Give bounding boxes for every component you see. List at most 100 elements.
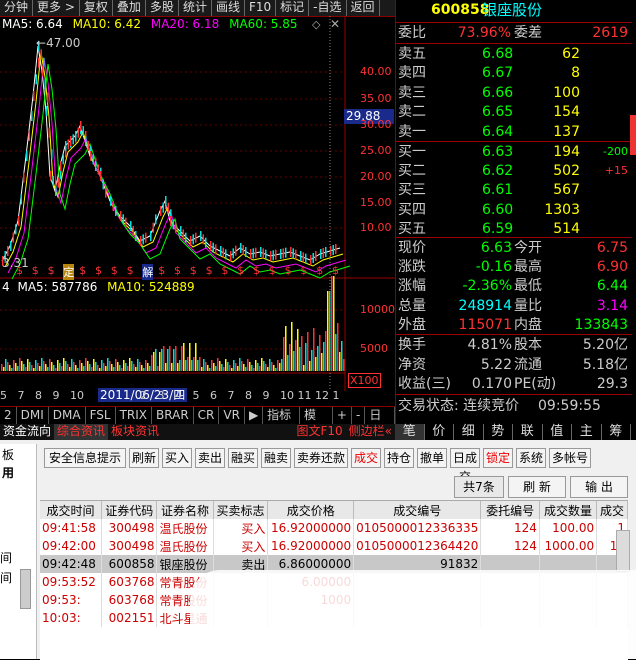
event-marker[interactable]: $ xyxy=(16,264,23,277)
column-header[interactable]: 委托编号 xyxy=(480,501,540,519)
ask-row[interactable]: 卖三 6.66 100 xyxy=(396,83,632,103)
ask-row[interactable]: 卖四 6.67 8 xyxy=(396,63,632,83)
trade-button[interactable]: 融买 xyxy=(228,448,258,468)
info-tab[interactable]: 综合资讯 xyxy=(54,424,109,440)
indicator-tab[interactable]: FSL xyxy=(86,407,116,425)
event-marker[interactable]: $ xyxy=(158,264,165,277)
trade-button[interactable]: 卖出 xyxy=(195,448,225,468)
column-header[interactable]: 成交数量 xyxy=(539,501,598,519)
trade-button[interactable]: 卖券还款 xyxy=(294,448,348,468)
event-marker[interactable]: $ xyxy=(221,264,228,277)
trade-button[interactable]: 持仓 xyxy=(384,448,414,468)
column-header[interactable]: 证券代码 xyxy=(101,501,158,519)
event-marker[interactable]: $ xyxy=(48,264,55,277)
event-marker[interactable]: $ xyxy=(32,264,39,277)
column-header[interactable]: 成交 xyxy=(596,501,628,519)
indicator-tab[interactable]: 指标B xyxy=(263,407,300,439)
indicator-tab[interactable]: DMA xyxy=(49,407,86,425)
trade-button[interactable]: 买入 xyxy=(162,448,192,468)
column-header[interactable]: 成交编号 xyxy=(353,501,482,519)
toolbar-item[interactable]: -自选 xyxy=(309,0,347,16)
toolbar-item[interactable]: 返回 xyxy=(347,0,380,16)
close-icon[interactable]: ✕ xyxy=(330,17,340,31)
trade-button[interactable]: 成交 xyxy=(351,448,381,468)
trade-button[interactable]: 日成交 xyxy=(450,448,480,484)
diamond-icon[interactable]: ◇ xyxy=(312,18,320,31)
quote-row[interactable]: 总量 248914 量比 3.14 xyxy=(396,296,632,316)
bid-row[interactable]: 买三 6.61 567 xyxy=(396,180,632,200)
ask-row[interactable]: 卖五 6.68 62 xyxy=(396,44,632,64)
ask-row[interactable]: 卖一 6.64 137 xyxy=(396,122,632,142)
table-row[interactable]: 09:41:58 300498 温氏股份 买入 16.92000000 010500001… xyxy=(40,519,628,537)
indicator-tab[interactable]: 日线 xyxy=(365,407,395,439)
info-tab[interactable]: 侧边栏« xyxy=(346,424,395,440)
detail-tab[interactable]: 势 xyxy=(484,424,513,440)
indicator-tab[interactable]: ▶ xyxy=(245,407,264,425)
bid-row[interactable]: 买四 6.60 1303 xyxy=(396,200,632,220)
indicator-tab[interactable]: 2 xyxy=(0,407,17,425)
detail-tab[interactable]: 值 xyxy=(543,424,572,440)
toolbar-item[interactable]: 复权 xyxy=(80,0,113,16)
event-marker[interactable]: $ xyxy=(174,264,181,277)
table-row[interactable]: 09:42:00 300498 温氏股份 买入 16.92000000 010500001… xyxy=(40,537,628,555)
trade-button[interactable]: 锁定 xyxy=(483,448,513,468)
trade-button[interactable]: 融卖 xyxy=(261,448,291,468)
trade-button[interactable]: 撤单 xyxy=(417,448,447,468)
toolbar-item[interactable]: 更多 > xyxy=(33,0,80,16)
refresh-list-button[interactable]: 刷 新 xyxy=(508,476,566,498)
detail-tab[interactable]: 笔 xyxy=(395,424,425,440)
trade-button[interactable]: 系统 xyxy=(516,448,546,468)
event-marker[interactable]: $ xyxy=(127,264,134,277)
event-marker[interactable]: $ xyxy=(206,264,213,277)
event-marker[interactable]: $ xyxy=(79,264,86,277)
side-scrollbar[interactable] xyxy=(20,569,31,609)
trade-button[interactable]: 刷新 xyxy=(129,448,159,468)
trade-button[interactable]: 安全信息提示 xyxy=(44,448,126,468)
event-marker[interactable]: $ xyxy=(111,264,118,277)
quote-row[interactable]: 现价 6.63 今开 6.75 xyxy=(396,238,632,258)
column-header[interactable]: 成交价格 xyxy=(267,501,355,519)
event-marker[interactable]: $ xyxy=(316,264,323,277)
event-marker[interactable]: $ xyxy=(285,264,292,277)
ask-row[interactable]: 卖二 6.65 154 xyxy=(396,102,632,122)
detail-tab[interactable]: 价 xyxy=(425,424,454,440)
quote-row[interactable]: 涨幅 -2.36% 最低 6.44 xyxy=(396,276,632,296)
event-marker[interactable]: $ xyxy=(269,264,276,277)
info-tab[interactable]: 板块资讯 xyxy=(108,424,162,440)
indicator-tab[interactable]: VR xyxy=(219,407,245,425)
table-scrollbar[interactable] xyxy=(616,530,630,572)
indicator-tab[interactable]: CR xyxy=(194,407,220,425)
indicator-tab[interactable]: 模 板 xyxy=(300,407,333,439)
event-marker[interactable]: $ xyxy=(190,264,197,277)
toolbar-item[interactable]: 标记 xyxy=(276,0,310,16)
event-marker[interactable]: 解 xyxy=(142,264,154,280)
bid-row[interactable]: 买一 6.63 194 -200 xyxy=(396,142,632,162)
column-header[interactable]: 证券名称 xyxy=(156,501,214,519)
indicator-tab[interactable]: - xyxy=(352,407,366,425)
toolbar-item[interactable]: 多股 xyxy=(146,0,179,16)
quote-row[interactable]: 涨跌 -0.16 最高 6.90 xyxy=(396,257,632,277)
event-marker[interactable]: $ xyxy=(237,264,244,277)
toolbar-item[interactable]: 叠加 xyxy=(113,0,146,16)
event-marker[interactable]: $ xyxy=(300,264,307,277)
indicator-tab[interactable]: DMI xyxy=(17,407,49,425)
bid-row[interactable]: 买二 6.62 502 +15 xyxy=(396,161,632,181)
toolbar-item[interactable]: 分钟 xyxy=(0,0,34,16)
info-tab[interactable]: 资金流向 xyxy=(0,424,54,440)
indicator-tab[interactable]: + xyxy=(333,407,352,425)
indicator-tab[interactable]: BRAR xyxy=(152,407,194,425)
event-marker[interactable]: $ xyxy=(253,264,260,277)
quote-row[interactable]: 外盘 115071 内盘 133843 xyxy=(396,315,632,335)
kline-chart[interactable] xyxy=(0,16,395,391)
column-header[interactable]: 买卖标志 xyxy=(213,501,269,519)
detail-tab[interactable]: 主 xyxy=(572,424,602,440)
detail-tab[interactable]: 细 xyxy=(454,424,484,440)
event-marker[interactable]: 定 xyxy=(63,264,75,280)
toolbar-item[interactable]: F10 xyxy=(245,0,277,16)
event-marker[interactable]: $ xyxy=(95,264,102,277)
indicator-tab[interactable]: TRIX xyxy=(116,407,153,425)
toolbar-item[interactable]: 画线 xyxy=(212,0,245,16)
quote-row[interactable]: 收益(三) 0.170 PE(动) 29.3 xyxy=(396,374,632,394)
trade-button[interactable]: 多帐号 xyxy=(549,448,591,468)
detail-tab[interactable]: 筹 xyxy=(602,424,631,440)
